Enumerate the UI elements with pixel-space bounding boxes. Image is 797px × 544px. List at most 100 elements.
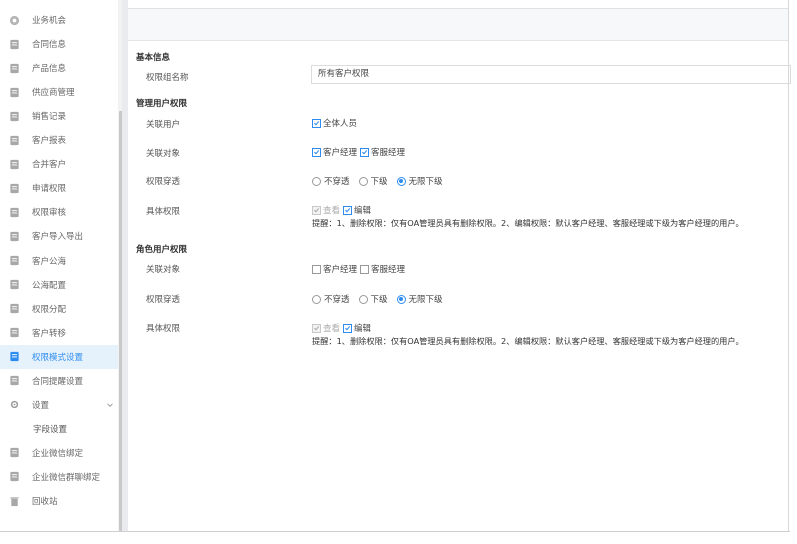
sidebar-item-16[interactable]: 合同提醒设置 — [0, 369, 118, 393]
checkbox-disabled-checked-icon — [312, 205, 321, 215]
sidebar-item-label: 权限模式设置 — [32, 352, 84, 363]
role-perm-edit-text: 编辑 — [354, 324, 372, 334]
sidebar-item-19[interactable]: 企业微信绑定 — [0, 441, 118, 465]
role-target-service-checkbox[interactable]: 客服经理 — [360, 263, 405, 275]
audit-icon — [9, 207, 20, 218]
sidebar-item-7[interactable]: 合并客户 — [0, 152, 118, 176]
manage-radio-none[interactable]: 不穿透 — [312, 175, 350, 187]
radio-on-icon — [396, 176, 406, 186]
manage-perm-view-text: 查看 — [323, 206, 341, 216]
manage-perm-edit-checkbox[interactable]: 编辑 — [343, 204, 371, 216]
sidebar-item-label: 设置 — [32, 400, 50, 411]
wecom-icon — [9, 447, 20, 458]
manage-radio-unlimited[interactable]: 无限下级 — [396, 175, 443, 187]
manage-radio-sub[interactable]: 下级 — [358, 175, 388, 187]
manage-radio-unlimited-text: 无限下级 — [408, 177, 443, 187]
checkbox-checked-icon — [343, 205, 353, 215]
manage-perm-controls: 查看 编辑 — [312, 204, 374, 216]
role-perm-view-text: 查看 — [323, 324, 341, 334]
sidebar-item-21[interactable]: 回收站 — [0, 489, 118, 513]
role-target-manager-checkbox[interactable]: 客户经理 — [312, 263, 357, 275]
sidebar-item-18[interactable]: 字段设置 — [0, 417, 118, 441]
sidebar-item-label: 合同提醒设置 — [32, 376, 84, 387]
role-perm-edit-checkbox[interactable]: 编辑 — [343, 322, 371, 334]
radio-on-icon — [396, 294, 406, 304]
sidebar-item-label: 合并客户 — [32, 160, 67, 171]
manage-target-manager-checkbox[interactable]: 客户经理 — [312, 146, 357, 158]
role-penetrate-label: 权限穿透 — [146, 295, 181, 305]
manage-perm-view-checkbox: 查看 — [312, 204, 340, 216]
chevron-down-icon[interactable] — [106, 401, 114, 409]
manage-perm-edit-text: 编辑 — [354, 206, 372, 216]
import-export-icon — [9, 231, 20, 242]
manage-penetrate-label: 权限穿透 — [146, 177, 181, 187]
checkbox-disabled-checked-icon — [312, 323, 321, 333]
sidebar-item-13[interactable]: 权限分配 — [0, 297, 118, 321]
transfer-icon — [9, 327, 20, 338]
radio-off-icon — [358, 176, 368, 186]
sidebar-item-1[interactable]: 业务机会 — [0, 8, 118, 32]
manage-targets-label: 关联对象 — [146, 149, 181, 159]
sidebar-item-9[interactable]: 权限审核 — [0, 200, 118, 224]
radio-off-icon — [312, 294, 321, 304]
apply-permission-icon — [9, 183, 20, 194]
manage-target-service-text: 客服经理 — [371, 148, 406, 158]
main-panel: 基本信息 权限组名称 所有客户权限 管理用户权限 关联用户 全体人员 关联对象 … — [128, 8, 791, 532]
group-name-input[interactable]: 所有客户权限 — [311, 65, 791, 84]
manage-penetrate-controls: 不穿透 下级 无限下级 — [312, 175, 452, 187]
sidebar-item-label: 权限分配 — [32, 304, 67, 315]
section-role-title: 角色用户权限 — [136, 245, 188, 255]
pool-config-icon — [9, 279, 20, 290]
sidebar-item-label: 字段设置 — [33, 424, 68, 435]
sidebar-item-15[interactable]: 权限模式设置 — [0, 344, 118, 369]
sidebar-item-3[interactable]: 产品信息 — [0, 56, 118, 80]
manage-users-label: 关联用户 — [146, 120, 181, 130]
supplier-icon — [9, 87, 20, 98]
role-radio-sub[interactable]: 下级 — [358, 293, 388, 305]
product-icon — [9, 63, 20, 74]
sidebar-item-label: 合同信息 — [32, 40, 67, 51]
sidebar-item-2[interactable]: 合同信息 — [0, 32, 118, 56]
sidebar-item-10[interactable]: 客户导入导出 — [0, 224, 118, 248]
sidebar-item-17[interactable]: 设置 — [0, 393, 118, 417]
manage-radio-none-text: 不穿透 — [324, 177, 350, 187]
contract-icon — [9, 39, 20, 50]
sales-record-icon — [9, 111, 20, 122]
reminder-icon — [9, 375, 20, 386]
app-window: 业务机会合同信息产品信息 供应商管理销售记录客户报表合并客户申请权限权限审核客户导… — [0, 0, 797, 544]
sidebar-item-label: 企业微信绑定 — [32, 448, 84, 459]
sidebar-item-12[interactable]: 公海配置 — [0, 273, 118, 297]
role-target-manager-text: 客户经理 — [323, 265, 358, 275]
merge-icon — [9, 159, 20, 170]
role-radio-unlimited-text: 无限下级 — [408, 295, 443, 305]
trash-icon — [9, 496, 20, 507]
report-icon — [9, 135, 20, 146]
checkbox-unchecked-icon — [360, 264, 370, 274]
target-icon — [9, 15, 20, 26]
sidebar-item-label: 申请权限 — [32, 184, 67, 195]
role-radio-none[interactable]: 不穿透 — [312, 293, 350, 305]
checkbox-unchecked-icon — [312, 264, 321, 274]
sidebar-item-14[interactable]: 客户转移 — [0, 321, 118, 345]
sidebar-item-label: 客户公海 — [32, 256, 67, 267]
permission-mode-icon — [9, 351, 20, 362]
sidebar-item-6[interactable]: 客户报表 — [0, 128, 118, 152]
sidebar-item-label: 公海配置 — [32, 280, 67, 291]
sidebar-item-11[interactable]: 客户公海 — [0, 249, 118, 273]
sidebar-item-label: 客户导入导出 — [32, 232, 84, 243]
sidebar-item-label: 销售记录 — [32, 112, 67, 123]
radio-off-icon — [358, 294, 368, 304]
gear-icon — [9, 399, 20, 410]
section-basic-title: 基本信息 — [136, 53, 171, 63]
section-manage-title: 管理用户权限 — [136, 99, 188, 109]
manage-all-users-checkbox[interactable]: 全体人员 — [312, 117, 357, 129]
sidebar-item-20[interactable]: 企业微信群聊绑定 — [0, 465, 118, 489]
sidebar-item-4[interactable]: 供应商管理 — [0, 80, 118, 104]
role-perm-controls: 查看 编辑 — [312, 322, 374, 334]
manage-target-service-checkbox[interactable]: 客服经理 — [360, 146, 405, 158]
sidebar-item-5[interactable]: 销售记录 — [0, 104, 118, 128]
role-radio-unlimited[interactable]: 无限下级 — [396, 293, 443, 305]
sidebar-item-label: 权限审核 — [32, 208, 67, 219]
assign-icon — [9, 303, 20, 314]
sidebar-item-8[interactable]: 申请权限 — [0, 176, 118, 200]
